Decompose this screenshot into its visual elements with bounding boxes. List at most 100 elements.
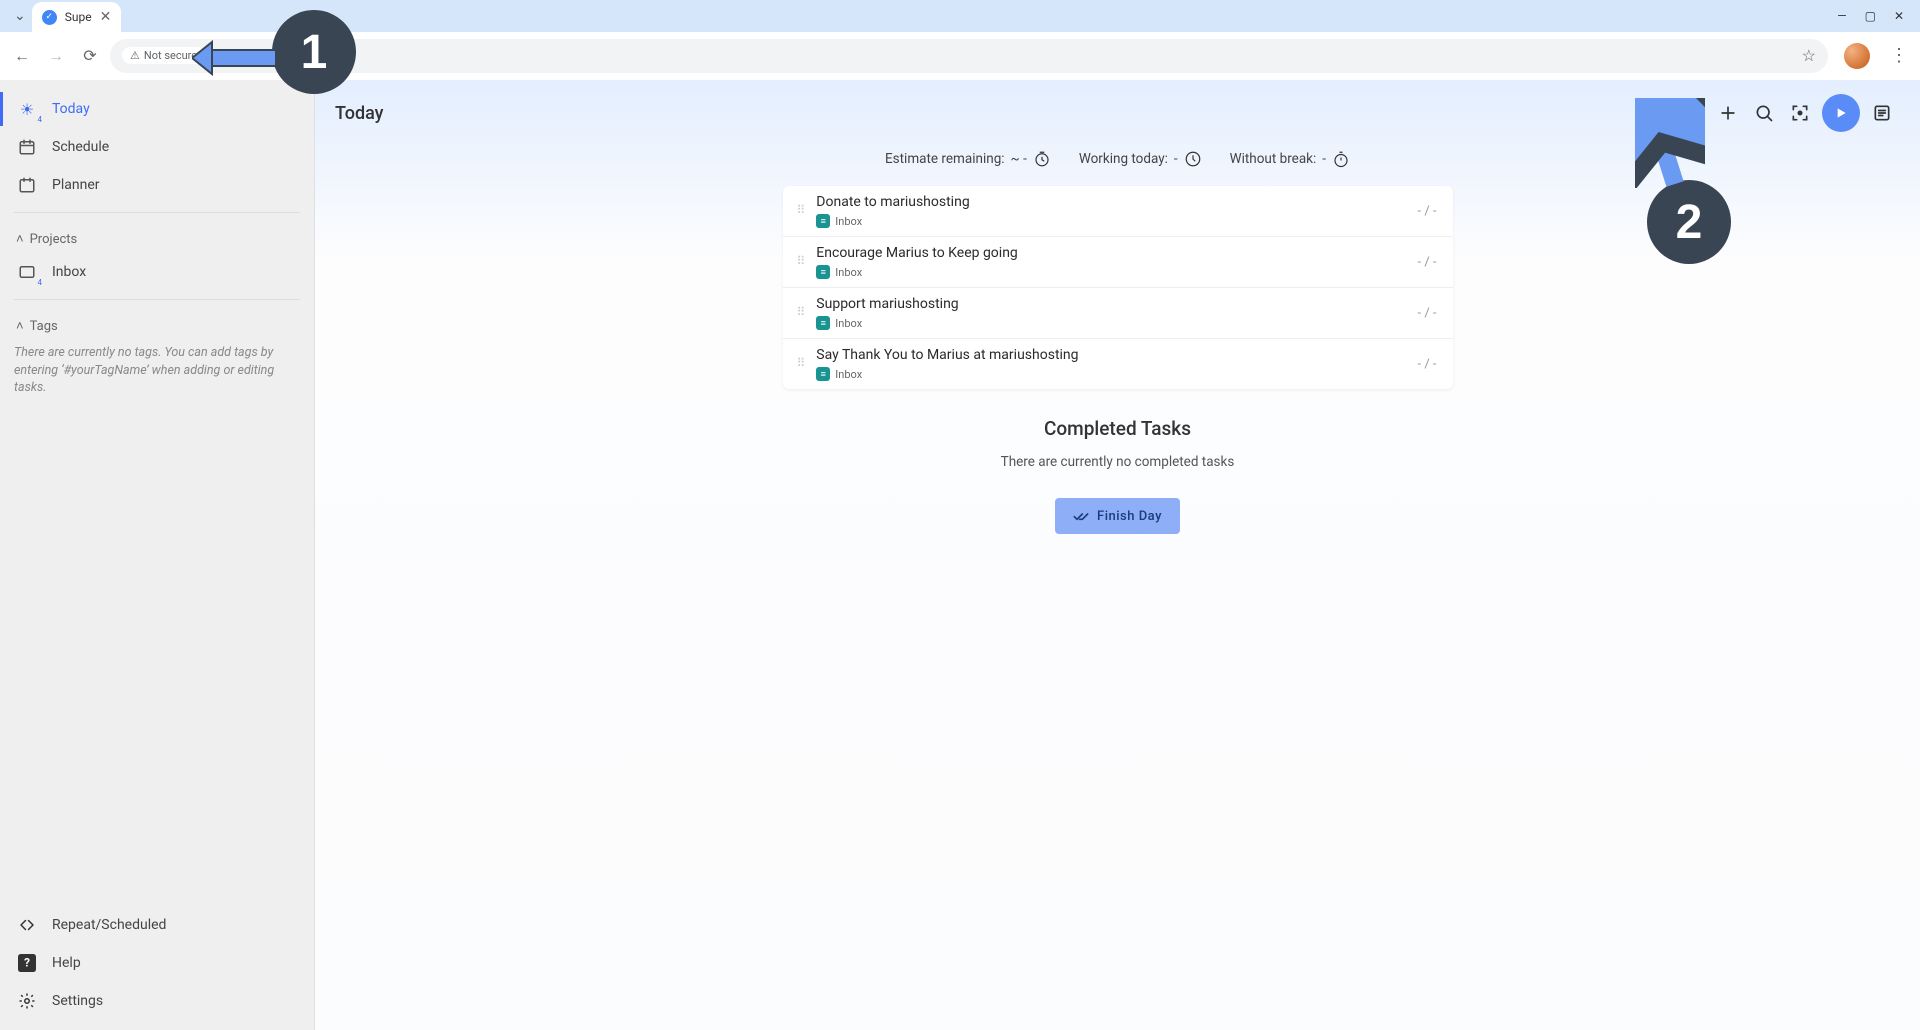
task-row[interactable]: ⠿ Say Thank You to Marius at mariushosti… — [783, 339, 1453, 389]
window-close-icon[interactable]: ✕ — [1894, 9, 1904, 23]
sidebar-item-help[interactable]: ? Help — [0, 944, 314, 982]
browser-titlebar: ⌄ ✓ Supe ✕ — ▢ ✕ — [0, 0, 1920, 32]
sidebar-item-label: Schedule — [52, 139, 109, 155]
focus-button[interactable] — [1782, 95, 1818, 131]
address-bar: ← → ⟳ ⚠ Not secure 192.168.1.18:4567 ☆ ⋮ — [0, 32, 1920, 80]
done-all-icon — [1073, 508, 1089, 524]
task-row[interactable]: ⠿ Encourage Marius to Keep going ≡Inbox … — [783, 237, 1453, 288]
task-time: - / - — [1418, 306, 1441, 321]
sidebar-item-schedule[interactable]: Schedule — [0, 128, 314, 166]
task-tag[interactable]: ≡Inbox — [816, 367, 1417, 381]
finish-day-label: Finish Day — [1097, 509, 1162, 524]
sidebar-item-inbox[interactable]: 4 Inbox — [0, 253, 314, 291]
security-label: Not secure — [144, 49, 197, 62]
window-minimize-icon[interactable]: — — [1837, 9, 1846, 23]
stat-working: Working today: - — [1079, 150, 1202, 168]
sidebar-item-planner[interactable]: Planner — [0, 166, 314, 204]
browser-tab[interactable]: ✓ Supe ✕ — [32, 2, 122, 32]
stat-working-label: Working today: — [1079, 151, 1168, 167]
chevron-up-icon: ˄ — [16, 231, 24, 247]
tags-label: Tags — [30, 319, 58, 334]
planner-icon — [16, 174, 38, 196]
sidebar-item-label: Help — [52, 955, 81, 971]
task-tag[interactable]: ≡Inbox — [816, 214, 1417, 228]
nav-forward-icon[interactable]: → — [42, 42, 70, 70]
tab-favicon-icon: ✓ — [42, 10, 57, 25]
tab-close-icon[interactable]: ✕ — [100, 9, 112, 25]
sidebar-item-label: Settings — [52, 993, 103, 1009]
drag-handle-icon[interactable]: ⠿ — [787, 360, 817, 367]
url-field[interactable]: ⚠ Not secure 192.168.1.18:4567 ☆ — [110, 39, 1828, 73]
nav-reload-icon[interactable]: ⟳ — [76, 42, 104, 70]
projects-label: Projects — [30, 232, 78, 247]
sidebar-item-repeat[interactable]: Repeat/Scheduled — [0, 906, 314, 944]
stat-working-value: - — [1174, 151, 1178, 167]
task-tag[interactable]: ≡Inbox — [816, 265, 1417, 279]
completed-empty-text: There are currently no completed tasks — [315, 454, 1920, 470]
warning-icon: ⚠ — [130, 49, 140, 62]
sidebar-item-label: Inbox — [52, 264, 86, 280]
sidebar-item-label: Repeat/Scheduled — [52, 917, 166, 933]
task-time: - / - — [1418, 255, 1441, 270]
browser-menu-icon[interactable]: ⋮ — [1886, 45, 1912, 66]
drag-handle-icon[interactable]: ⠿ — [787, 258, 817, 265]
page-title: Today — [335, 103, 384, 124]
play-button[interactable] — [1822, 94, 1860, 132]
add-task-button[interactable] — [1710, 95, 1746, 131]
divider — [14, 212, 300, 213]
security-chip[interactable]: ⚠ Not secure — [122, 47, 205, 64]
task-title: Donate to mariushosting — [816, 194, 1417, 210]
search-button[interactable] — [1746, 95, 1782, 131]
profile-avatar[interactable] — [1844, 43, 1870, 69]
sidebar: ☀4 Today Schedule Planner ˄ Projects — [0, 80, 315, 1030]
inbox-icon: 4 — [16, 261, 38, 283]
nav-back-icon[interactable]: ← — [8, 42, 36, 70]
task-time: - / - — [1418, 204, 1441, 219]
task-row[interactable]: ⠿ Donate to mariushosting ≡Inbox - / - — [783, 186, 1453, 237]
task-tag[interactable]: ≡Inbox — [816, 316, 1417, 330]
gear-icon — [16, 990, 38, 1012]
finish-day-button[interactable]: Finish Day — [1055, 498, 1180, 534]
stat-break: Without break: - — [1230, 150, 1350, 168]
bookmark-star-icon[interactable]: ☆ — [1802, 46, 1816, 65]
stat-break-label: Without break: — [1230, 151, 1317, 167]
url-text: 192.168.1.18:4567 — [213, 48, 321, 63]
window-maximize-icon[interactable]: ▢ — [1865, 9, 1876, 23]
help-icon: ? — [16, 952, 38, 974]
project-dot-icon: ≡ — [816, 367, 830, 381]
task-title: Support mariushosting — [816, 296, 1417, 312]
stat-estimate: Estimate remaining: ~ - — [885, 150, 1051, 168]
task-list: ⠿ Donate to mariushosting ≡Inbox - / - ⠿… — [783, 186, 1453, 389]
sidebar-item-label: Today — [52, 101, 90, 117]
stat-estimate-label: Estimate remaining: — [885, 151, 1005, 167]
timer-icon — [1033, 150, 1051, 168]
drag-handle-icon[interactable]: ⠿ — [787, 309, 817, 316]
sidebar-item-settings[interactable]: Settings — [0, 982, 314, 1020]
sidebar-tags-header[interactable]: ˄ Tags — [0, 308, 314, 340]
stat-estimate-value: ~ - — [1011, 151, 1027, 167]
sidebar-item-today[interactable]: ☀4 Today — [0, 90, 314, 128]
main-panel: Today Estima — [315, 80, 1920, 1030]
sun-icon: ☀4 — [16, 98, 38, 120]
task-time: - / - — [1418, 357, 1441, 372]
sidebar-projects-header[interactable]: ˄ Projects — [0, 221, 314, 253]
project-dot-icon: ≡ — [816, 316, 830, 330]
divider — [14, 299, 300, 300]
main-header: Today — [315, 80, 1920, 142]
stopwatch-icon — [1332, 150, 1350, 168]
chevron-up-icon: ˄ — [16, 318, 24, 334]
task-title: Say Thank You to Marius at mariushosting — [816, 347, 1417, 363]
project-dot-icon: ≡ — [816, 265, 830, 279]
notes-button[interactable] — [1864, 95, 1900, 131]
tabs-dropdown-icon[interactable]: ⌄ — [8, 8, 32, 24]
task-row[interactable]: ⠿ Support mariushosting ≡Inbox - / - — [783, 288, 1453, 339]
sidebar-item-label: Planner — [52, 177, 99, 193]
window-controls: — ▢ ✕ — [1837, 9, 1912, 23]
repeat-icon — [16, 914, 38, 936]
tab-title: Supe — [65, 10, 92, 24]
task-title: Encourage Marius to Keep going — [816, 245, 1417, 261]
annotation-number: 2 — [1647, 180, 1731, 264]
svg-text:?: ? — [24, 956, 30, 970]
drag-handle-icon[interactable]: ⠿ — [787, 207, 817, 214]
project-dot-icon: ≡ — [816, 214, 830, 228]
